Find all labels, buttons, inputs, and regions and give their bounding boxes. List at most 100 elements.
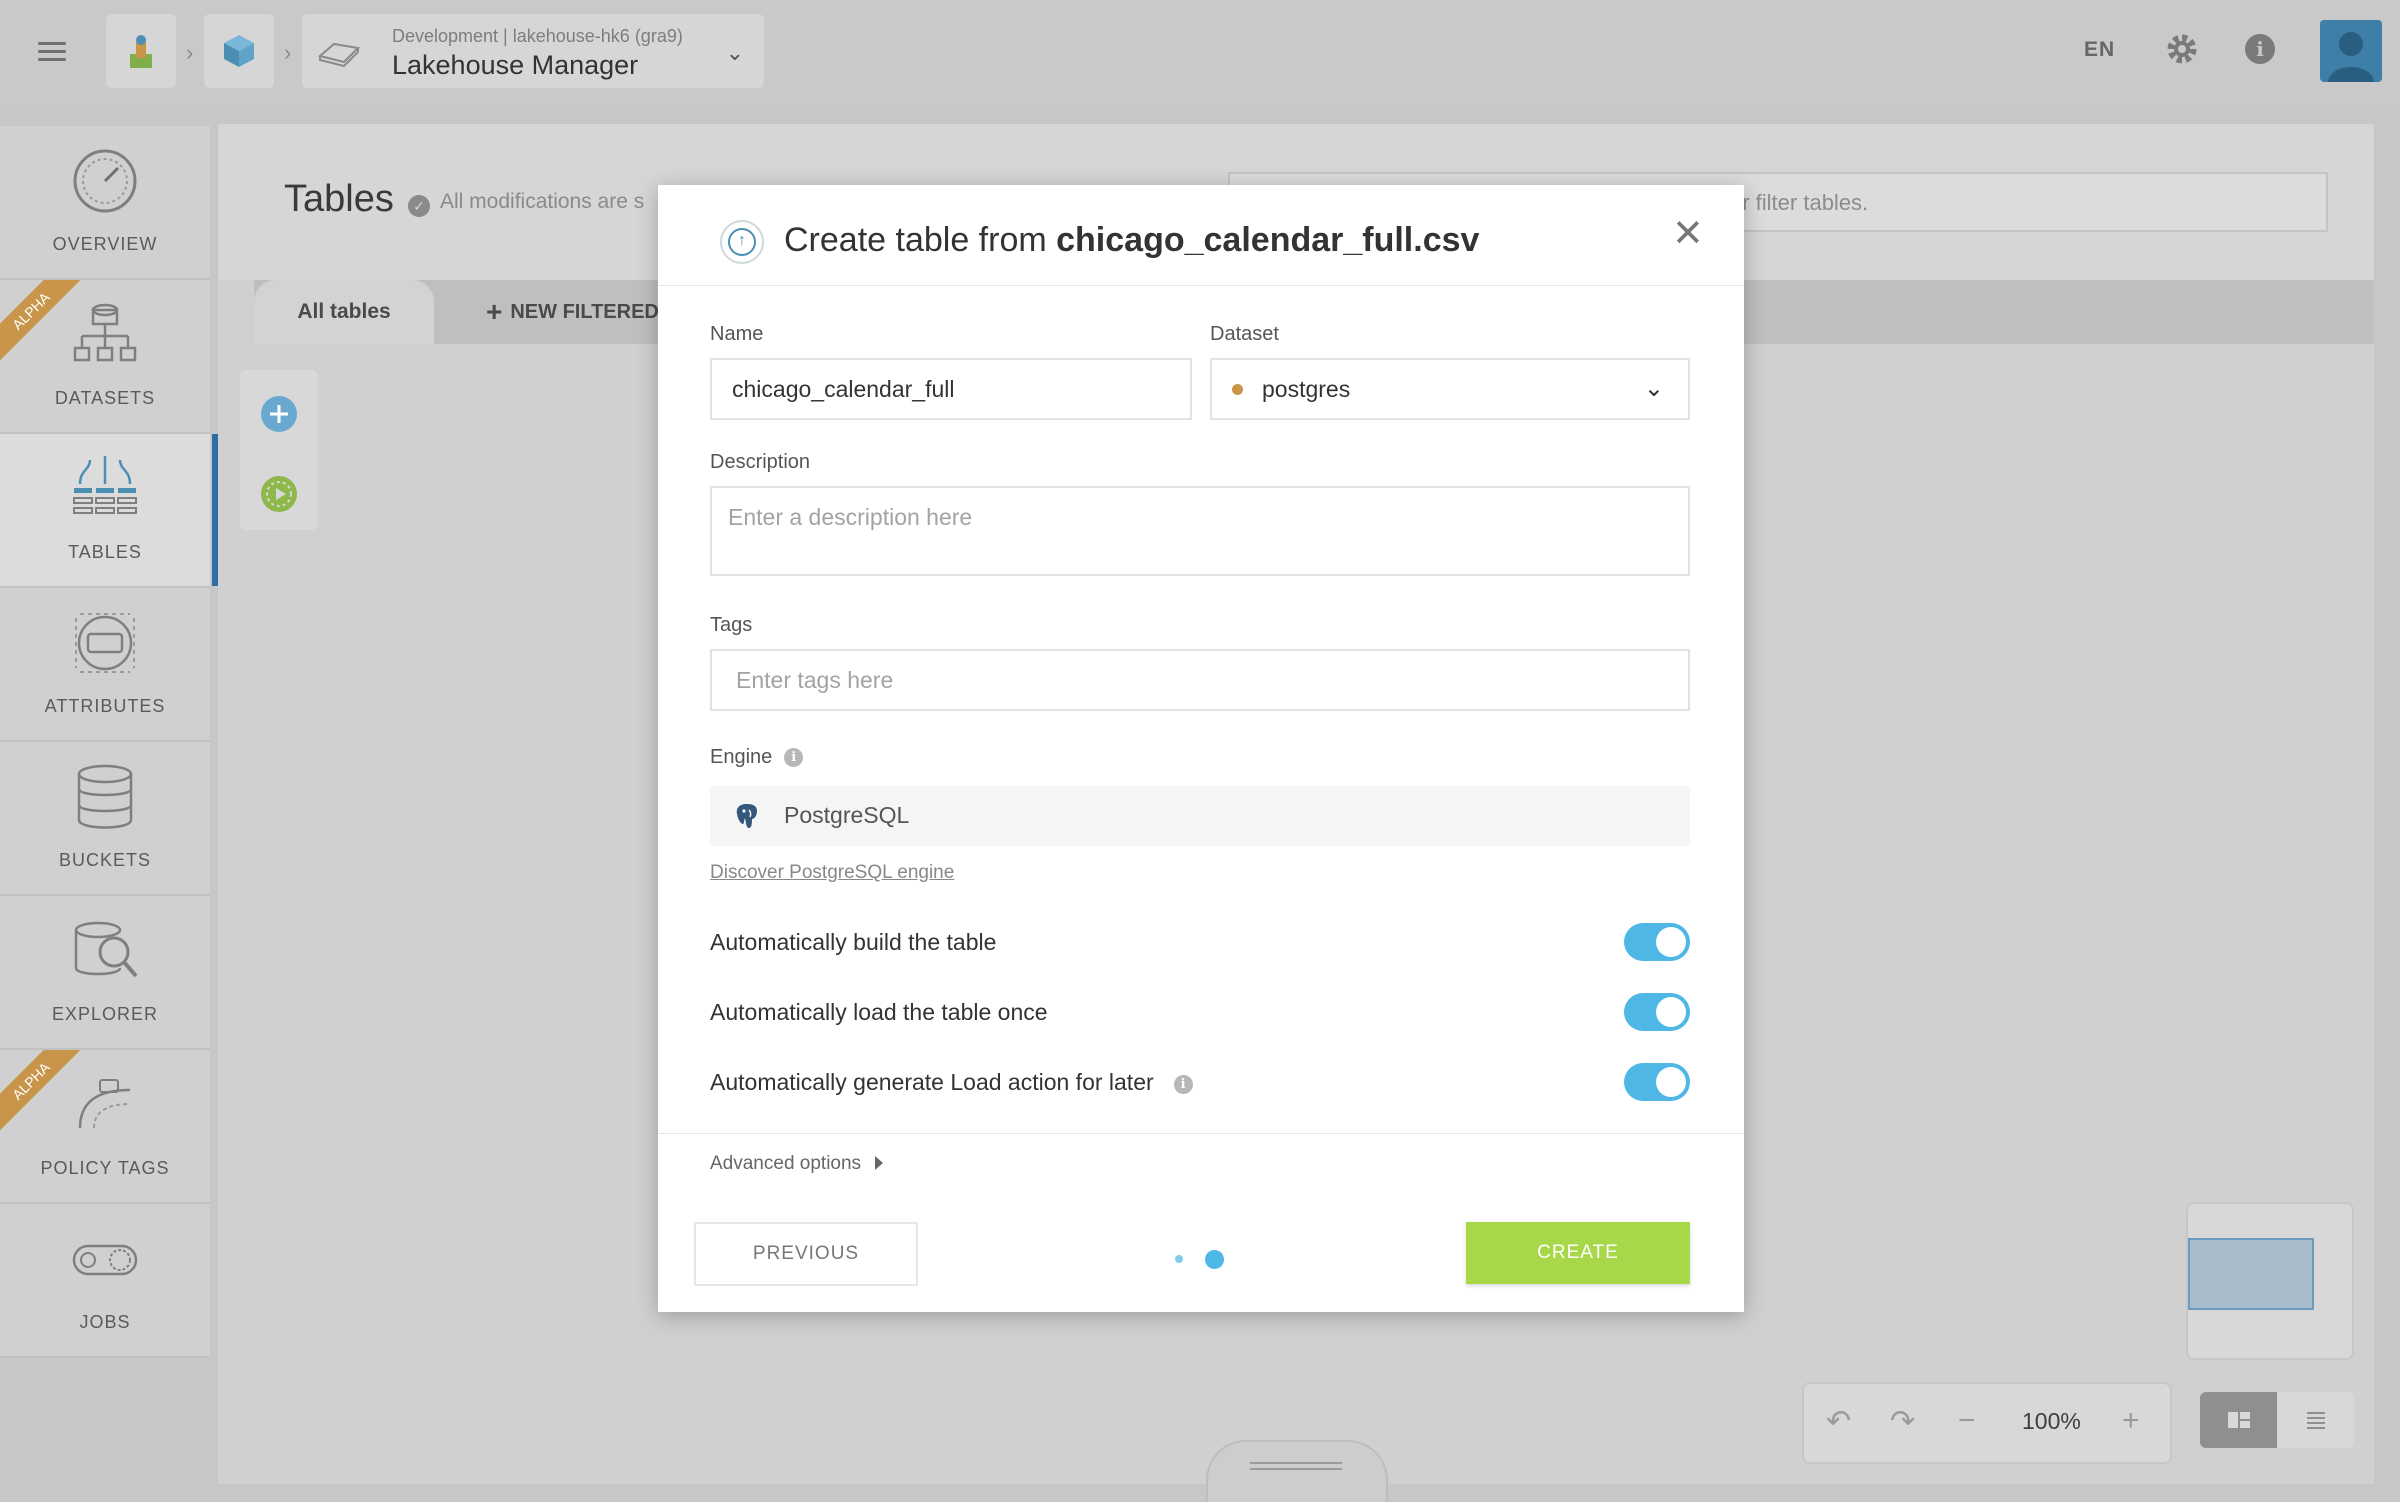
database-icon xyxy=(77,764,133,829)
postgresql-icon xyxy=(736,804,757,828)
zoom-in-button[interactable]: + xyxy=(2122,1404,2140,1438)
name-value: chicago_calendar_full xyxy=(732,376,955,402)
gear-icon[interactable] xyxy=(2165,32,2199,66)
toggle-row-generate: Automatically generate Load action for l… xyxy=(710,1063,1690,1103)
info-icon[interactable]: i xyxy=(784,748,804,767)
menu-icon[interactable] xyxy=(38,42,66,61)
dataset-label: Dataset xyxy=(1210,323,1279,345)
lakehouse-crumb[interactable]: Development | lakehouse-hk6 (gra9) Lakeh… xyxy=(302,14,764,88)
step-indicator-1 xyxy=(1175,1255,1183,1263)
toggle-label: Automatically build the table xyxy=(710,929,997,955)
engine-label: Engine xyxy=(710,746,773,768)
user-avatar[interactable] xyxy=(2320,20,2382,82)
lakehouse-icon xyxy=(317,42,361,68)
sidebar-item-label: EXPLORER xyxy=(51,1004,159,1024)
tags-field[interactable]: Enter tags here xyxy=(710,649,1690,711)
sidebar-item-label: ATTRIBUTES xyxy=(44,696,166,716)
tab-new-filtered-view[interactable]: + NEW FILTERED VI xyxy=(486,280,683,344)
zoom-out-button[interactable]: − xyxy=(1958,1404,1976,1438)
description-placeholder: Enter a description here xyxy=(728,504,973,530)
caret-right-icon xyxy=(875,1156,884,1170)
sidebar: OVERVIEW ALPHA DATASETS TABLES ATTRIBUTE… xyxy=(0,126,218,1366)
project-crumb[interactable] xyxy=(204,14,274,88)
sidebar-item-explorer[interactable]: EXPLORER xyxy=(0,896,210,1050)
home-crumb[interactable] xyxy=(106,14,176,88)
modal-title-file: chicago_calendar_full.csv xyxy=(1056,221,1480,259)
language-selector[interactable]: EN xyxy=(2084,38,2115,62)
chevron-down-icon[interactable]: ⌄ xyxy=(726,40,744,66)
redo-icon[interactable]: ↷ xyxy=(1890,1404,1915,1439)
auto-generate-toggle[interactable] xyxy=(1624,1063,1690,1101)
chevron-down-icon: ⌄ xyxy=(1643,375,1664,402)
breadcrumb-separator: › xyxy=(186,40,194,65)
graph-view-button[interactable] xyxy=(2200,1392,2277,1448)
toggle-label-wrap: Automatically generate Load action for l… xyxy=(710,1069,1193,1096)
save-status-text: All modifications are s xyxy=(440,190,645,213)
auto-build-toggle[interactable] xyxy=(1624,923,1690,961)
close-icon[interactable]: ✕ xyxy=(1672,211,1704,256)
auto-load-toggle[interactable] xyxy=(1624,993,1690,1031)
advanced-options-label: Advanced options xyxy=(710,1153,862,1174)
minimap-viewport[interactable] xyxy=(2188,1238,2314,1310)
breadcrumb-separator: › xyxy=(284,40,292,65)
sidebar-item-policy-tags[interactable]: ALPHA POLICY TAGS xyxy=(0,1050,210,1204)
list-view-button[interactable] xyxy=(2277,1392,2354,1448)
cube-icon xyxy=(224,35,254,67)
canvas-tool-panel xyxy=(240,370,318,530)
minimap[interactable] xyxy=(2186,1202,2354,1360)
sidebar-item-label: JOBS xyxy=(79,1312,131,1332)
sidebar-item-datasets[interactable]: ALPHA DATASETS xyxy=(0,280,210,434)
description-label: Description xyxy=(710,451,811,473)
tab-all-tables[interactable]: All tables xyxy=(254,280,434,344)
discover-engine-link[interactable]: Discover PostgreSQL engine xyxy=(710,862,954,884)
engine-label-row: Engine i xyxy=(710,746,804,769)
grid-view-icon xyxy=(2228,1412,2250,1428)
sidebar-item-attributes[interactable]: ATTRIBUTES xyxy=(0,588,210,742)
attributes-icon xyxy=(75,613,135,673)
breadcrumb-title: Lakehouse Manager xyxy=(392,50,639,80)
modal-header: ↑ Create table from chicago_calendar_ful… xyxy=(658,185,1744,286)
info-icon[interactable]: i xyxy=(1173,1075,1193,1094)
step-indicator-2 xyxy=(1205,1250,1224,1269)
check-icon: ✓ xyxy=(408,195,430,217)
engine-value: PostgreSQL xyxy=(784,802,910,828)
sidebar-item-buckets[interactable]: BUCKETS xyxy=(0,742,210,896)
zoom-level: 100% xyxy=(2022,1408,2081,1434)
toggle-label: Automatically load the table once xyxy=(710,999,1048,1025)
play-icon xyxy=(266,481,292,507)
top-bar: › › Development | lakehouse-hk6 (gra9) L… xyxy=(0,0,2400,104)
add-table-button[interactable] xyxy=(261,396,297,432)
policy-tags-icon xyxy=(78,1079,131,1129)
sidebar-item-jobs[interactable]: JOBS xyxy=(0,1204,210,1358)
advanced-options-toggle[interactable]: Advanced options xyxy=(710,1153,884,1175)
create-button[interactable]: CREATE xyxy=(1466,1222,1690,1284)
toggle-row-load: Automatically load the table once xyxy=(710,993,1690,1033)
upload-icon: ↑ xyxy=(720,220,764,264)
sidebar-item-tables[interactable]: TABLES xyxy=(0,434,218,588)
info-icon[interactable]: i xyxy=(2245,34,2275,64)
modal-title-prefix: Create table from xyxy=(784,221,1057,259)
sidebar-item-label: DATASETS xyxy=(54,388,156,408)
sidebar-item-label: TABLES xyxy=(68,542,142,562)
tags-label: Tags xyxy=(710,614,753,636)
modal-title: Create table from chicago_calendar_full.… xyxy=(784,221,1479,260)
previous-button[interactable]: PREVIOUS xyxy=(694,1222,918,1286)
plus-icon xyxy=(270,405,288,423)
hierarchy-icon xyxy=(73,303,137,362)
description-field[interactable]: Enter a description here xyxy=(710,486,1690,576)
list-view-icon xyxy=(2307,1412,2325,1429)
dataset-select[interactable]: postgres ⌄ xyxy=(1210,358,1690,420)
name-field[interactable]: chicago_calendar_full xyxy=(710,358,1192,420)
user-icon xyxy=(2328,32,2374,82)
create-table-modal: ↑ Create table from chicago_calendar_ful… xyxy=(658,185,1744,1312)
sidebar-item-label: BUCKETS xyxy=(58,850,152,870)
app-logo-icon xyxy=(130,35,152,68)
run-button[interactable] xyxy=(261,476,297,512)
sidebar-item-label: OVERVIEW xyxy=(52,234,158,254)
dataset-status-dot xyxy=(1232,384,1243,395)
jobs-icon xyxy=(72,1244,138,1276)
undo-icon[interactable]: ↶ xyxy=(1826,1404,1851,1439)
sidebar-item-label: POLICY TAGS xyxy=(40,1158,170,1178)
sidebar-item-overview[interactable]: OVERVIEW xyxy=(0,126,210,280)
name-label: Name xyxy=(710,323,764,345)
